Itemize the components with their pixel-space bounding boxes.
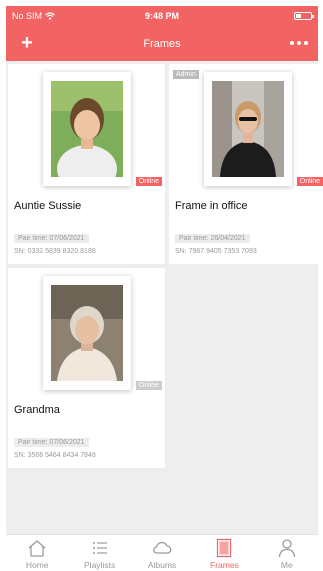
serial-number: SN: 0332 5839 8320 8188 xyxy=(14,248,96,255)
tab-frames[interactable]: Frames xyxy=(193,535,255,571)
tab-me[interactable]: Me xyxy=(256,535,318,571)
admin-badge: Admin xyxy=(173,70,199,79)
tab-home[interactable]: Home xyxy=(6,535,68,571)
status-time: 9:48 PM xyxy=(144,11,179,21)
frame-thumbnail xyxy=(43,72,131,186)
pair-time: Pair time: 26/04/2021 xyxy=(175,234,250,243)
status-badge: Online xyxy=(135,381,162,390)
frame-thumbnail xyxy=(204,72,292,186)
pair-time: Pair time: 07/06/2021 xyxy=(14,438,89,447)
battery-icon xyxy=(294,12,314,20)
frame-card[interactable]: Online Auntie Sussie Pair time: 07/06/20… xyxy=(8,64,165,264)
frame-name: Grandma xyxy=(14,404,60,416)
tab-bar: Home Playlists Albums Frames Me xyxy=(6,534,318,571)
tab-label: Playlists xyxy=(84,560,116,570)
more-dot-icon xyxy=(297,41,301,45)
more-dot-icon xyxy=(304,41,308,45)
status-badge: Online xyxy=(296,177,323,186)
status-badge: Online xyxy=(135,177,162,186)
home-icon xyxy=(28,540,46,557)
tab-label: Home xyxy=(25,560,49,570)
tab-playlists[interactable]: Playlists xyxy=(68,535,130,571)
frame-name: Auntie Sussie xyxy=(14,200,82,212)
tab-label: Frames xyxy=(210,560,239,570)
frames-grid: Online Auntie Sussie Pair time: 07/06/20… xyxy=(6,61,323,534)
tab-label: Albums xyxy=(147,560,177,570)
serial-number: SN: 7967 9405 7353 7093 xyxy=(175,248,257,255)
frame-name: Frame in office xyxy=(175,200,248,212)
more-dot-icon xyxy=(290,41,294,45)
frame-icon xyxy=(217,538,232,558)
nav-bar: + Frames xyxy=(6,28,318,61)
frame-card[interactable]: Admin Online Frame in office Pair time: … xyxy=(169,64,323,264)
serial-number: SN: 3566 5464 8434 7848 xyxy=(14,452,96,459)
frame-photo-woman xyxy=(212,81,284,177)
app-header: No SIM 9:48 PM + Frames xyxy=(6,6,318,61)
pair-time: Pair time: 07/06/2021 xyxy=(14,234,89,243)
tab-label: Me xyxy=(280,560,293,570)
cloud-icon xyxy=(153,541,172,554)
frame-photo-child xyxy=(51,81,123,177)
list-icon xyxy=(92,542,107,554)
status-bar: No SIM 9:48 PM xyxy=(6,6,318,26)
page-title: Frames xyxy=(143,38,181,50)
more-options-button[interactable] xyxy=(286,37,312,49)
frame-card[interactable]: Online Grandma Pair time: 07/06/2021 SN:… xyxy=(8,268,165,468)
tab-albums[interactable]: Albums xyxy=(131,535,193,571)
person-icon xyxy=(278,539,295,558)
frame-thumbnail xyxy=(43,276,131,390)
frame-photo-grandma xyxy=(51,285,123,381)
